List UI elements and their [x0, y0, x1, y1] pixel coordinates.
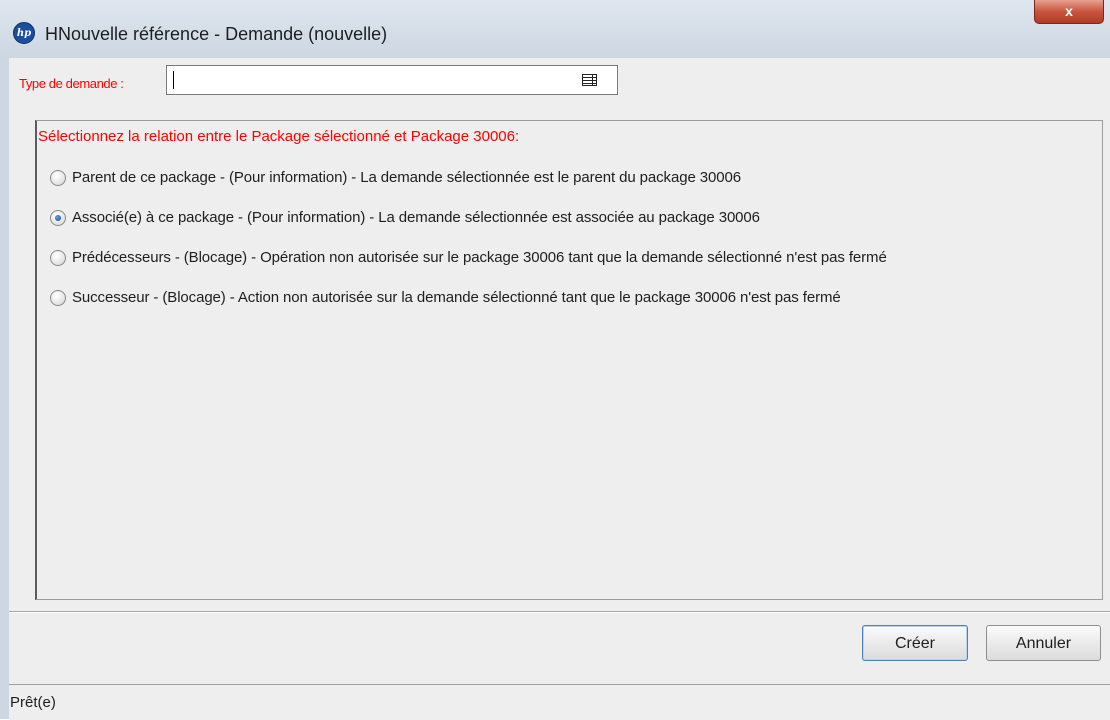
text-caret	[173, 71, 174, 89]
list-picker-icon[interactable]	[582, 74, 597, 86]
cancel-button[interactable]: Annuler	[986, 625, 1101, 661]
relation-group: Sélectionnez la relation entre le Packag…	[35, 120, 1103, 600]
radio-button[interactable]	[50, 210, 66, 226]
title-bar[interactable]: hp HNouvelle référence - Demande (nouvel…	[0, 0, 1110, 58]
dialog-content: Type de demande : Sélectionnez la relati…	[9, 58, 1110, 720]
status-bar: Prêt(e)	[9, 684, 1110, 720]
dialog-window: hp HNouvelle référence - Demande (nouvel…	[0, 0, 1110, 720]
radio-button[interactable]	[50, 250, 66, 266]
status-text: Prêt(e)	[10, 694, 56, 711]
radio-label: Parent de ce package - (Pour information…	[72, 169, 741, 186]
request-type-input[interactable]	[166, 65, 618, 95]
request-type-label: Type de demande :	[19, 76, 124, 91]
request-type-row: Type de demande :	[16, 65, 1110, 99]
close-button[interactable]: x	[1034, 0, 1104, 24]
radio-label: Prédécesseurs - (Blocage) - Opération no…	[72, 249, 887, 266]
radio-button[interactable]	[50, 290, 66, 306]
relation-group-title: Sélectionnez la relation entre le Packag…	[38, 128, 520, 145]
hp-logo-icon: hp	[13, 22, 35, 44]
window-frame-left	[0, 58, 9, 719]
create-button[interactable]: Créer	[862, 625, 968, 661]
window-title: HNouvelle référence - Demande (nouvelle)	[45, 24, 388, 44]
radio-label: Successeur - (Blocage) - Action non auto…	[72, 289, 841, 306]
radio-label: Associé(e) à ce package - (Pour informat…	[72, 209, 760, 226]
divider	[9, 611, 1110, 613]
radio-button[interactable]	[50, 170, 66, 186]
